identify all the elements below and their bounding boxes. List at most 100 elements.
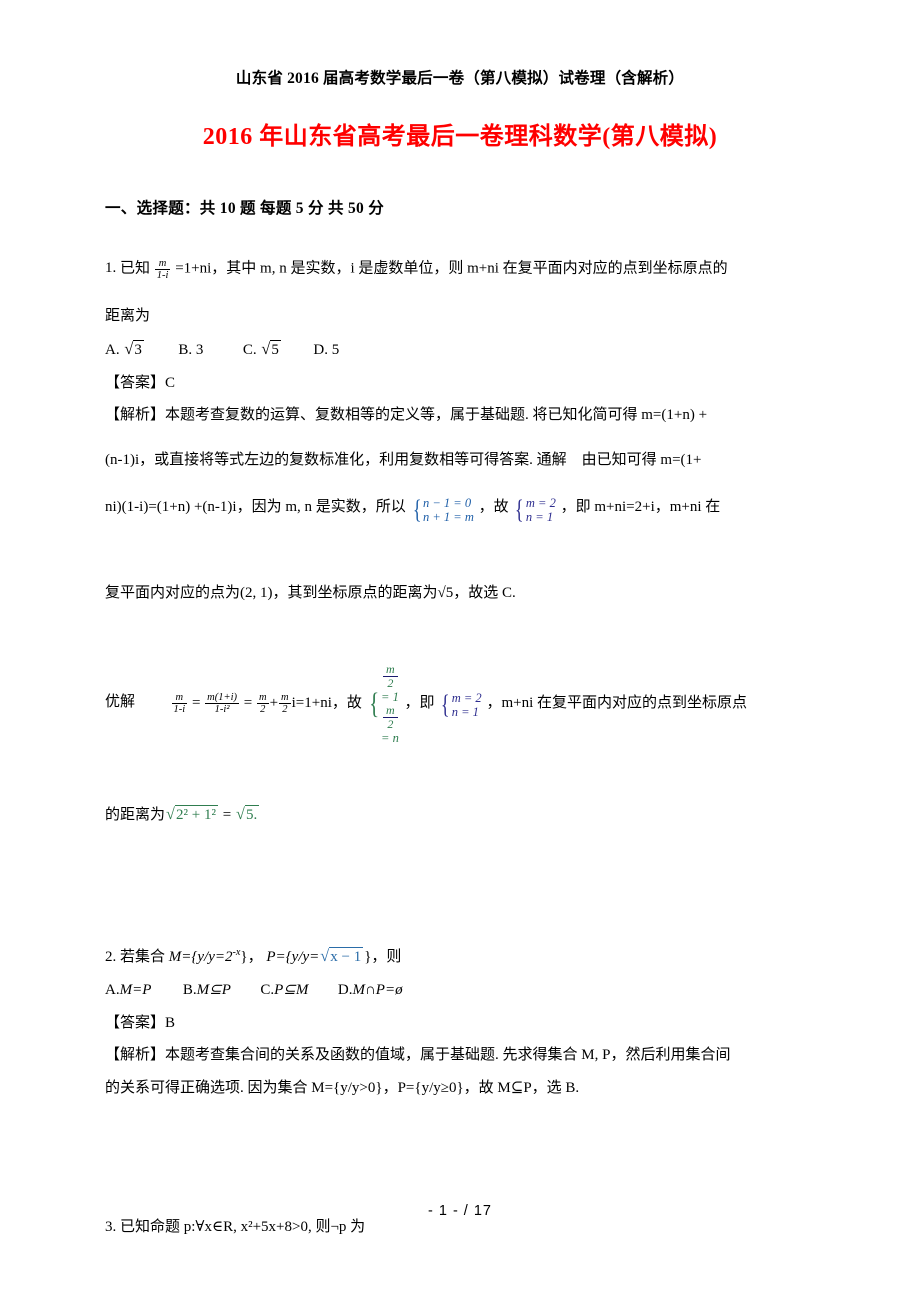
option-2-b-value: M⊆P — [196, 981, 231, 998]
question-3-number: 3. — [105, 1218, 117, 1235]
better-line2-sqrt: 2² + 1² — [166, 804, 218, 825]
equation-system-1-rows: n − 1 = 0 n + 1 = m — [423, 496, 474, 524]
fraction-denominator: 2 — [282, 704, 288, 716]
equals-sign: = — [243, 694, 253, 711]
question-3-stem-text: 已知命题 p:∀x∈R, x²+5x+8>0, 则¬p 为 — [120, 1218, 366, 1235]
option-2-b-label: B. — [182, 981, 197, 998]
better-system-2-rows: m = 2 n = 1 — [452, 691, 482, 719]
question-1-better-solution-line2: 的距离为 2² + 1² = 5. — [105, 804, 895, 825]
fraction-numerator: m — [256, 692, 269, 705]
radicand: x − 1 — [329, 947, 364, 966]
question-2-options: A.M=P B.M⊆P C.P⊆M D.M∩P=ø — [105, 981, 895, 1000]
question-1-answer: 【答案】C — [105, 374, 895, 393]
option-2-a-value: M=P — [119, 981, 152, 998]
fraction-numerator: m — [171, 692, 188, 705]
equation-row: n = 1 — [451, 705, 479, 720]
analysis-line3-part-c: ，即 m+ni=2+i，m+ni 在 — [560, 498, 721, 515]
analysis-line3-part-a: ni)(1-i)=(1+n) +(n-1)i，因为 m, n 是实数，所以 — [105, 498, 406, 515]
equation-row: m = 2 — [525, 495, 556, 510]
better-line2-result-sqrt: 5. — [236, 804, 260, 825]
question-2-number: 2. — [105, 949, 117, 966]
question-2-set-m: M={y/y=2 — [168, 949, 233, 966]
question-1-stem-line1: 1. 已知 m 1-i =1+ni，其中 m, n 是实数，i 是虚数单位，则 … — [105, 258, 895, 281]
equation-row: n − 1 = 0 — [423, 495, 472, 510]
equals-sign: = — [191, 694, 201, 711]
question-1-better-solution-line1: 优解 m 1-i = m(1+i) 1-i² = m 2 + m 2 i=1+n… — [105, 662, 895, 746]
radicand: 2² + 1² — [175, 805, 218, 824]
option-1-c-value: 5 — [261, 339, 281, 360]
equation-system-1: { n − 1 = 0 n + 1 = m — [411, 496, 474, 524]
fraction-denominator: 1-i — [173, 704, 186, 716]
option-1-b-value: 3 — [195, 341, 204, 358]
option-1-c-label: C. — [242, 341, 257, 358]
left-brace-icon: { — [515, 494, 525, 524]
better-fraction-2: m(1+i) 1-i² — [205, 692, 239, 715]
answer-value: B — [165, 1014, 176, 1031]
better-equation-tail: i=1+ni，故 — [291, 694, 362, 711]
better-fraction-3: m 2 — [256, 692, 269, 715]
option-1-b-label: B. — [178, 341, 193, 358]
better-mid-text: ，即 — [404, 694, 435, 711]
answer-label: 【答案】 — [105, 1014, 166, 1031]
better-fraction-1: m 1-i — [171, 692, 188, 716]
better-system-1-rows: m2 = 1 m2 = n — [381, 662, 400, 746]
answer-value: C — [165, 374, 176, 391]
fraction-numerator: m — [279, 692, 291, 705]
question-2-set-m-close: }， — [240, 949, 263, 966]
analysis-label: 【解析】 — [105, 407, 166, 424]
answer-label: 【答案】 — [105, 374, 166, 391]
question-1-stem-line2: 距离为 — [105, 308, 151, 325]
document-header-line: 山东省 2016 届高考数学最后一卷（第八模拟）试卷理（含解析） — [235, 70, 685, 87]
equation-system-2-rows: m = 2 n = 1 — [526, 496, 556, 524]
question-1-analysis-line2: (n-1)i，或直接将等式左边的复数标准化，利用复数相等可得答案. 通解 由已知… — [105, 452, 702, 469]
left-brace-icon: { — [368, 687, 379, 721]
section-heading: 一、选择题：共 10 题 每题 5 分 共 50 分 — [105, 200, 385, 217]
better-tail-text: ，m+ni 在复平面内对应的点到坐标原点 — [486, 694, 747, 711]
question-2-set-p-sqrt: x − 1 — [320, 946, 364, 967]
question-1-fraction: m 1-i — [154, 258, 171, 282]
question-1-stem-after-fraction: =1+ni，其中 m, n 是实数，i 是虚数单位，则 m+ni 在复平面内对应… — [175, 260, 728, 277]
question-1-options: A. 3 B. 3 C. 5 D. 5 — [105, 339, 895, 360]
fraction-numerator: m — [154, 258, 171, 271]
document-title: 2016 年山东省高考最后一卷理科数学(第八模拟) — [202, 124, 718, 150]
document-body: 一、选择题：共 10 题 每题 5 分 共 50 分 1. 已知 m 1-i =… — [105, 196, 895, 1237]
question-1-analysis-line4: 复平面内对应的点为(2, 1)，其到坐标原点的距离为√5，故选 C. — [105, 584, 516, 601]
analysis-label: 【解析】 — [105, 1047, 166, 1064]
plus-sign: + — [269, 694, 279, 711]
question-1-analysis-line3: ni)(1-i)=(1+n) +(n-1)i，因为 m, n 是实数，所以 { … — [105, 496, 895, 524]
question-2-set-p-close: }，则 — [364, 949, 402, 966]
option-2-c-label: C. — [260, 981, 275, 998]
option-1-d-label: D. — [313, 341, 328, 358]
question-2-analysis-line1: 【解析】本题考查集合间的关系及函数的值域，属于基础题. 先求得集合 M, P，然… — [105, 1046, 895, 1065]
question-1-analysis-line1: 【解析】本题考查复数的运算、复数相等的定义等，属于基础题. 将已知化简可得 m=… — [105, 406, 895, 425]
better-fraction-4: m 2 — [279, 692, 291, 715]
fraction-denominator: 1-i² — [214, 704, 230, 716]
question-2-answer: 【答案】B — [105, 1014, 895, 1033]
equation-row: m2 = n — [381, 702, 399, 746]
question-3-stem: 3. 已知命题 p:∀x∈R, x²+5x+8>0, 则¬p 为 — [105, 1218, 895, 1237]
fraction-numerator: m(1+i) — [205, 692, 239, 705]
question-2-stem: 2. 若集合 M={y/y=2-x}， P={y/y=x − 1}，则 — [105, 946, 895, 967]
equation-row: m = 2 — [451, 691, 482, 706]
question-2-analysis-line2: 的关系可得正确选项. 因为集合 M={y/y>0}，P={y/y≥0}，故 M⊆… — [105, 1080, 580, 1097]
question-1-number: 1. — [105, 260, 117, 277]
question-1-stem-lead: 已知 — [120, 260, 151, 277]
page-footer: - 1 - / 17 — [428, 1203, 492, 1219]
equation-row: n = 1 — [525, 509, 554, 524]
option-2-d-label: D. — [337, 981, 353, 998]
better-line2-lead: 的距离为 — [105, 807, 166, 824]
better-line2-equals: = — [222, 807, 232, 824]
fraction-denominator: 1-i — [156, 270, 169, 282]
analysis-text: 本题考查复数的运算、复数相等的定义等，属于基础题. 将已知化简可得 m=(1+n… — [165, 407, 708, 424]
better-equation-system-2: { m = 2 n = 1 — [439, 691, 482, 719]
question-2-stem-lead: 若集合 — [120, 949, 166, 966]
option-2-d-value: M∩P=ø — [352, 981, 403, 998]
option-2-c-value: P⊆M — [274, 981, 309, 998]
document-page: 山东省 2016 届高考数学最后一卷（第八模拟）试卷理（含解析） 2016 年山… — [0, 0, 920, 1302]
better-equation-system-1: { m2 = 1 m2 = n — [367, 662, 400, 746]
equation-row: n + 1 = m — [423, 509, 474, 524]
analysis-line3-part-b: ，故 — [478, 498, 509, 515]
question-2-set-p: P={y/y= — [266, 949, 320, 966]
equation-system-2: { m = 2 n = 1 — [513, 494, 556, 524]
option-1-a-value: 3 — [124, 339, 144, 360]
